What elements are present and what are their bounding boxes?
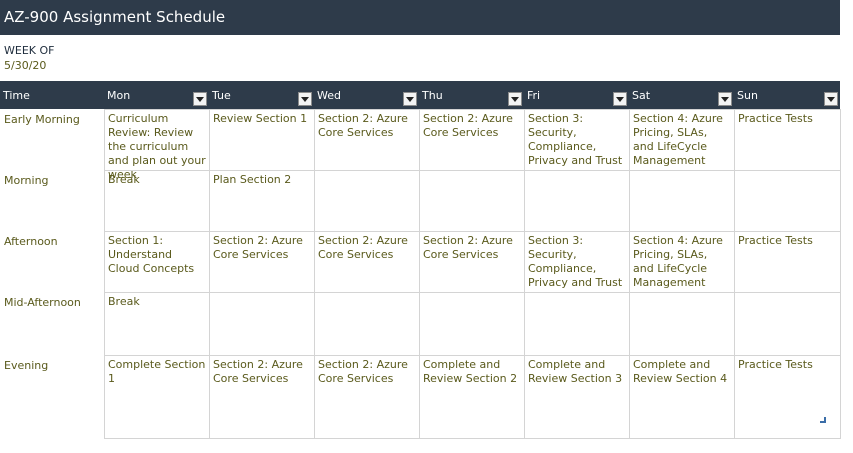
cell-text: Complete and Review Section 4 (633, 358, 728, 385)
schedule-cell-mon[interactable]: Break (104, 292, 210, 356)
schedule-cell-wed[interactable]: Section 2: Azure Core Services (314, 109, 420, 171)
schedule-cell-sun[interactable]: Practice Tests (734, 109, 841, 171)
schedule-cell-mon[interactable]: Curriculum Review: Review the curriculum… (104, 109, 210, 181)
chevron-down-icon (196, 97, 204, 102)
cell-text: Section 2: Azure Core Services (423, 112, 513, 139)
schedule-grid: Early Morning Curriculum Review: Review t… (0, 109, 841, 439)
filter-dropdown-icon[interactable] (824, 92, 838, 106)
schedule-cell-thu[interactable] (419, 292, 525, 356)
time-slot-label: Mid-Afternoon (4, 296, 81, 309)
filter-dropdown-icon[interactable] (613, 92, 627, 106)
column-header-sat: Sat (629, 81, 734, 109)
schedule-cell-thu[interactable]: Section 2: Azure Core Services (419, 231, 525, 293)
time-slot-label: Afternoon (4, 235, 58, 248)
column-header-label: Time (3, 89, 30, 102)
cell-text: Practice Tests (738, 112, 813, 125)
cell-text: Review Section 1 (213, 112, 308, 125)
filter-dropdown-icon[interactable] (508, 92, 522, 106)
schedule-cell-sun[interactable] (734, 170, 841, 232)
schedule-cell-wed[interactable] (314, 170, 420, 232)
cell-text: Plan Section 2 (213, 173, 292, 186)
column-header-label: Wed (317, 89, 341, 102)
column-header-label: Fri (527, 89, 541, 102)
schedule-cell-tue[interactable]: Plan Section 2 (209, 170, 315, 232)
schedule-cell-tue[interactable]: Section 2: Azure Core Services (209, 355, 315, 439)
chevron-down-icon (301, 97, 309, 102)
cell-text: Section 2: Azure Core Services (318, 358, 408, 385)
column-header-tue: Tue (209, 81, 314, 109)
page-title: AZ-900 Assignment Schedule (4, 8, 226, 26)
schedule-cell-thu[interactable]: Section 2: Azure Core Services (419, 109, 525, 171)
column-header-label: Sat (632, 89, 651, 102)
column-header-thu: Thu (419, 81, 524, 109)
column-header-mon: Mon (104, 81, 209, 109)
title-bar: AZ-900 Assignment Schedule (0, 0, 840, 35)
cell-text: Section 1: Understand Cloud Concepts (108, 234, 195, 275)
schedule-cell-wed[interactable]: Section 2: Azure Core Services (314, 231, 420, 293)
schedule-cell-thu[interactable]: Complete and Review Section 2 (419, 355, 525, 439)
column-header-sun: Sun (734, 81, 840, 109)
cell-text: Section 2: Azure Core Services (318, 112, 408, 139)
schedule-cell-sat[interactable]: Complete and Review Section 4 (629, 355, 735, 439)
cell-text: Practice Tests (738, 358, 813, 371)
schedule-cell-fri[interactable] (524, 170, 630, 232)
schedule-cell-sat[interactable]: Section 4: Azure Pricing, SLAs, and Life… (629, 109, 735, 171)
column-header-label: Thu (422, 89, 443, 102)
schedule-cell-mon[interactable]: Section 1: Understand Cloud Concepts (104, 231, 210, 293)
cell-text: Break (108, 173, 140, 186)
filter-dropdown-icon[interactable] (298, 92, 312, 106)
cell-text: Complete Section 1 (108, 358, 206, 385)
cell-text: Section 2: Azure Core Services (213, 358, 303, 385)
time-slot-label: Morning (4, 174, 49, 187)
cell-text: Section 4: Azure Pricing, SLAs, and Life… (633, 112, 723, 167)
week-of-label: WEEK OF (4, 44, 55, 57)
schedule-cell-sat[interactable]: Section 4: Azure Pricing, SLAs, and Life… (629, 231, 735, 293)
table-header-row: Time Mon Tue Wed Thu Fri Sat Sun (0, 81, 840, 109)
filter-dropdown-icon[interactable] (718, 92, 732, 106)
schedule-cell-tue[interactable]: Review Section 1 (209, 109, 315, 171)
time-slot-label: Early Morning (4, 113, 80, 126)
cell-text: Section 2: Azure Core Services (318, 234, 408, 261)
schedule-cell-sat[interactable] (629, 170, 735, 232)
cell-text: Practice Tests (738, 234, 813, 247)
chevron-down-icon (406, 97, 414, 102)
schedule-cell-fri[interactable] (524, 292, 630, 356)
schedule-cell-sat[interactable] (629, 292, 735, 356)
column-header-label: Tue (212, 89, 231, 102)
schedule-cell-tue[interactable]: Section 2: Azure Core Services (209, 231, 315, 293)
cell-text: Section 3: Security, Compliance, Privacy… (528, 112, 623, 167)
chevron-down-icon (616, 97, 624, 102)
chevron-down-icon (511, 97, 519, 102)
schedule-cell-mon[interactable]: Complete Section 1 (104, 355, 210, 439)
chevron-down-icon (827, 97, 835, 102)
schedule-cell-sun[interactable]: Practice Tests (734, 355, 841, 439)
column-header-wed: Wed (314, 81, 419, 109)
week-of-date[interactable]: 5/30/20 (4, 59, 46, 72)
column-header-label: Mon (107, 89, 131, 102)
cell-text: Break (108, 295, 140, 308)
column-header-time: Time (0, 81, 104, 109)
schedule-cell-wed[interactable] (314, 292, 420, 356)
time-slot-label: Evening (4, 359, 49, 372)
schedule-cell-sun[interactable] (734, 292, 841, 356)
schedule-cell-fri[interactable]: Complete and Review Section 3 (524, 355, 630, 439)
filter-dropdown-icon[interactable] (403, 92, 417, 106)
schedule-cell-tue[interactable] (209, 292, 315, 356)
column-header-fri: Fri (524, 81, 629, 109)
schedule-cell-mon[interactable]: Break (104, 170, 210, 232)
cell-text: Section 2: Azure Core Services (423, 234, 513, 261)
cell-text: Section 3: Security, Compliance, Privacy… (528, 234, 623, 289)
chevron-down-icon (721, 97, 729, 102)
filter-dropdown-icon[interactable] (193, 92, 207, 106)
schedule-cell-sun[interactable]: Practice Tests (734, 231, 841, 293)
cell-text: Section 4: Azure Pricing, SLAs, and Life… (633, 234, 723, 289)
cell-text: Complete and Review Section 3 (528, 358, 623, 385)
schedule-cell-fri[interactable]: Section 3: Security, Compliance, Privacy… (524, 109, 630, 171)
cell-text: Section 2: Azure Core Services (213, 234, 303, 261)
cell-text: Complete and Review Section 2 (423, 358, 518, 385)
schedule-cell-wed[interactable]: Section 2: Azure Core Services (314, 355, 420, 439)
column-header-label: Sun (737, 89, 758, 102)
schedule-cell-fri[interactable]: Section 3: Security, Compliance, Privacy… (524, 231, 630, 293)
schedule-cell-thu[interactable] (419, 170, 525, 232)
